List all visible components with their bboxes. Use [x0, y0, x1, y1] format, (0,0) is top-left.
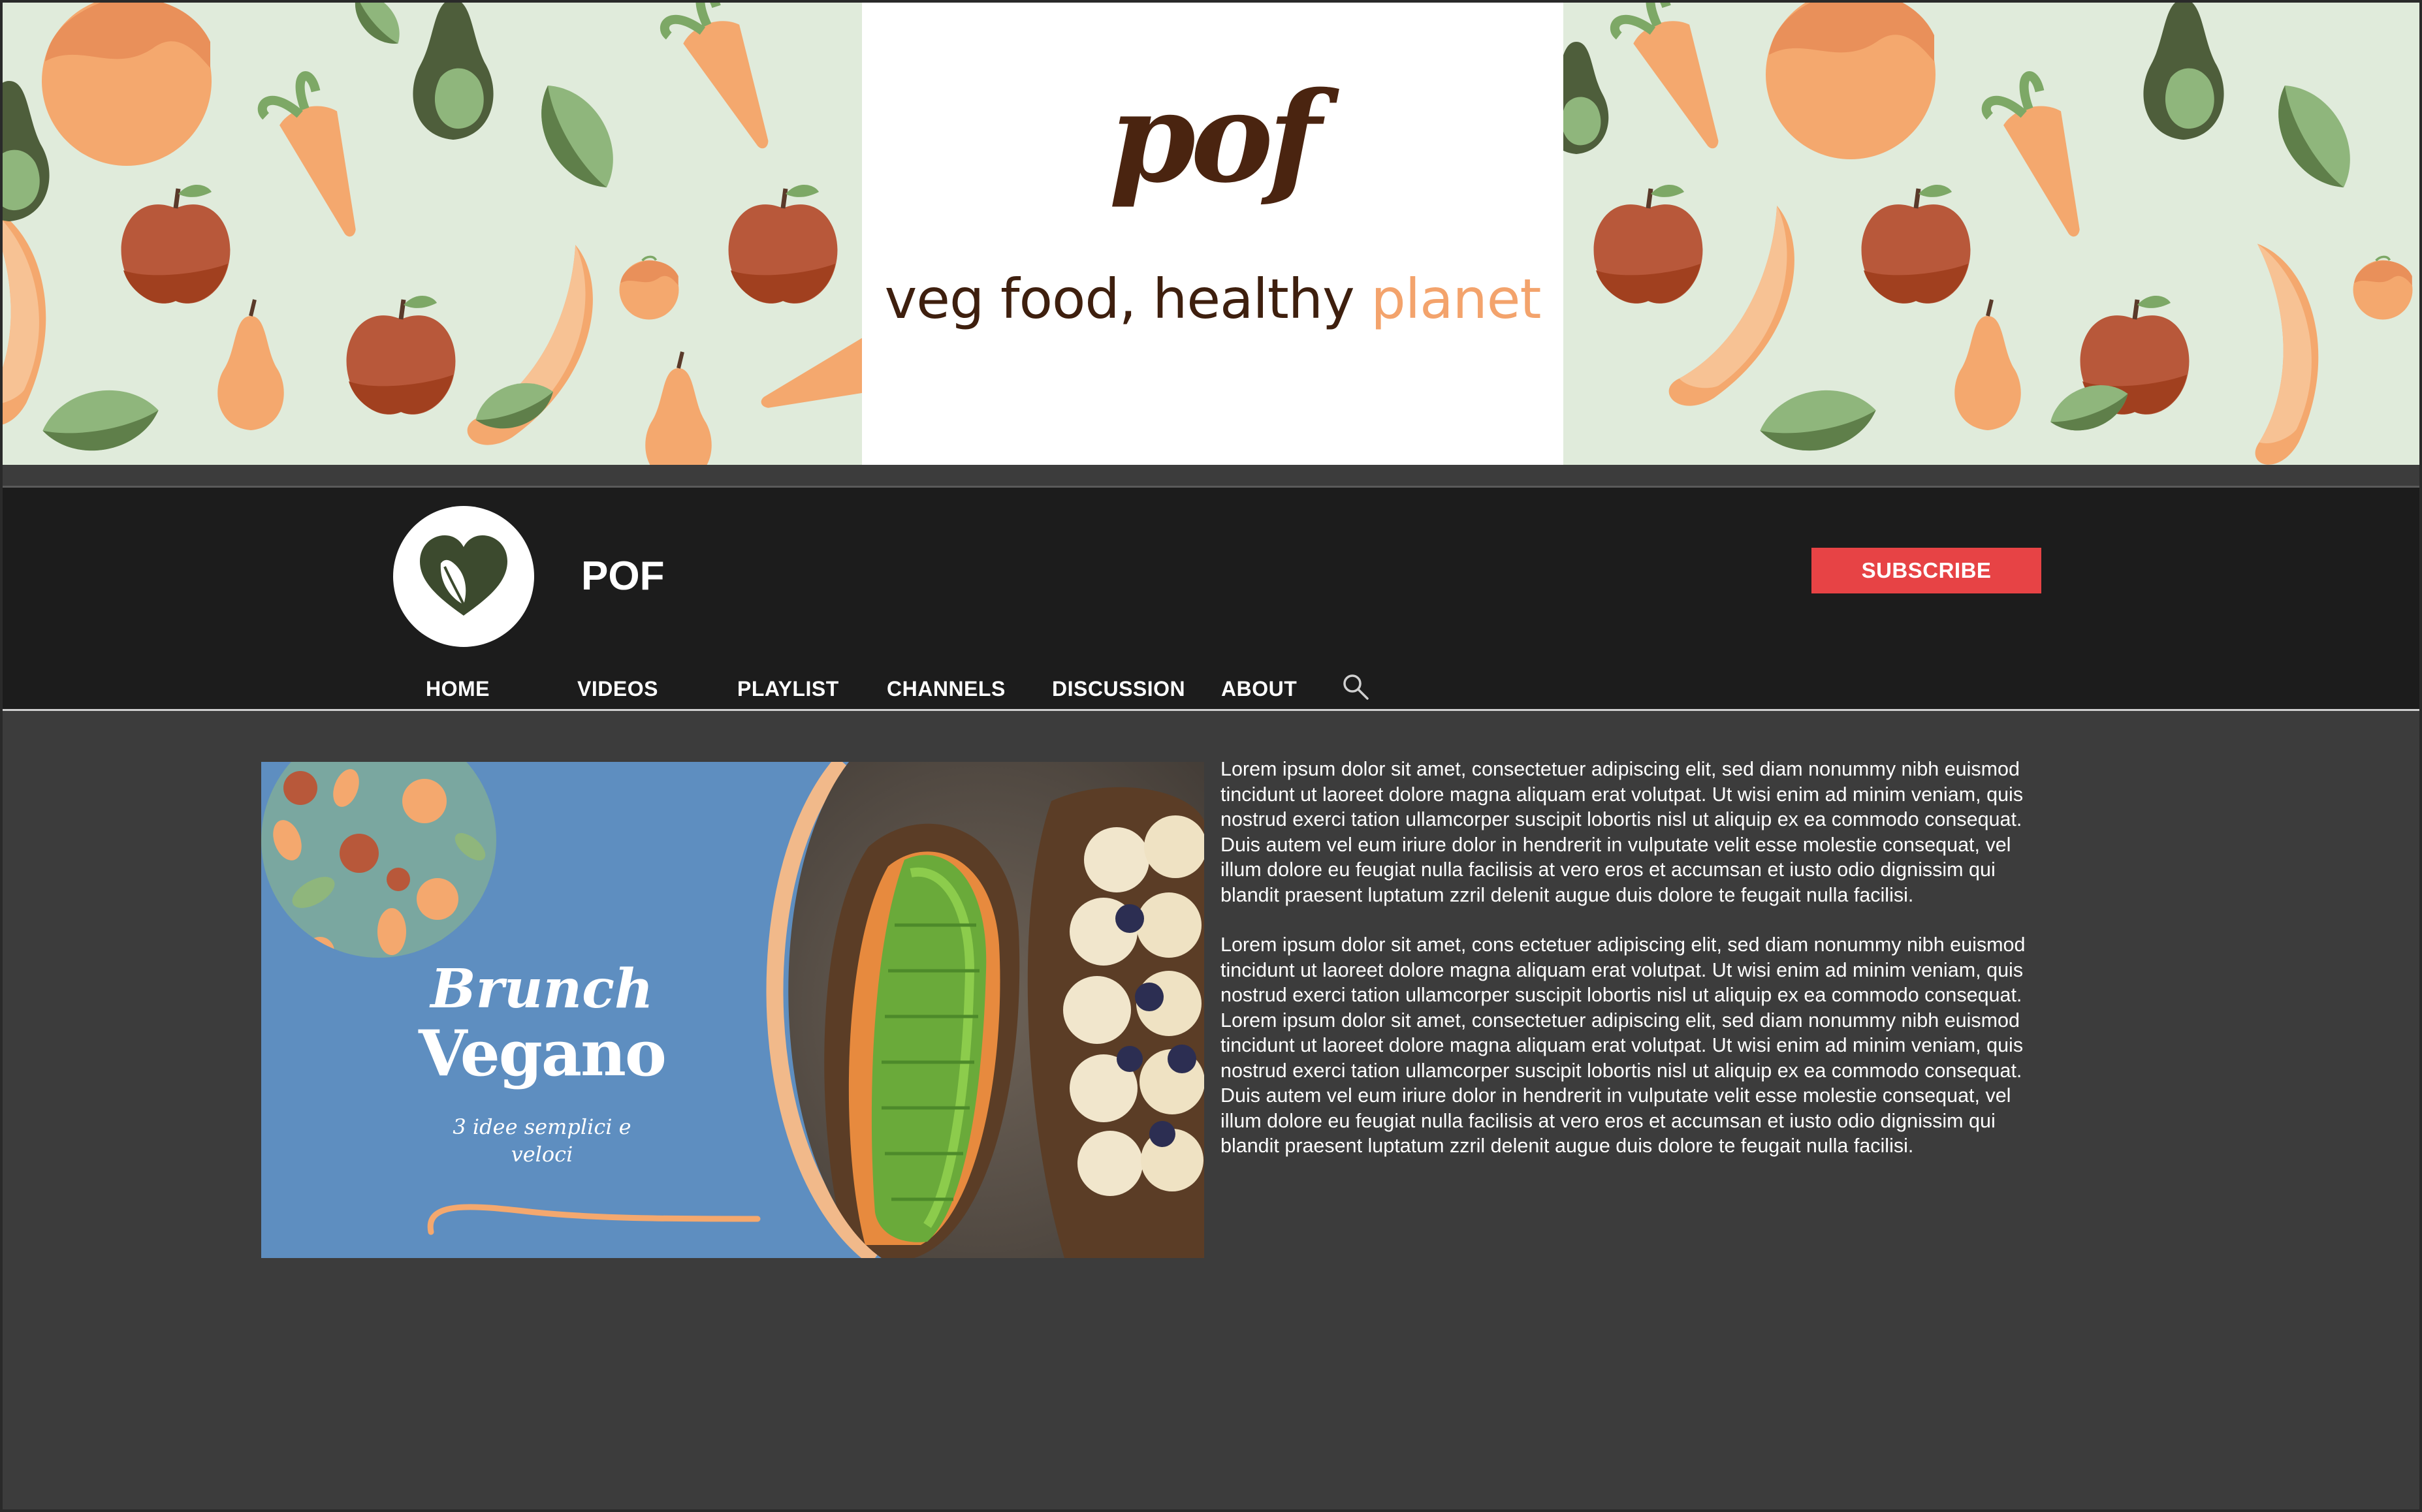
- tab-playlist[interactable]: PLAYLIST: [737, 677, 839, 701]
- tab-channels[interactable]: CHANNELS: [887, 677, 1006, 701]
- tab-videos[interactable]: VIDEOS: [577, 677, 658, 701]
- heart-leaf-icon: [420, 535, 507, 616]
- banner-logo-area: pof veg food, healthy planet: [862, 3, 1563, 465]
- tab-discussion[interactable]: DISCUSSION: [1052, 677, 1185, 701]
- pof-logo: pof: [1109, 65, 1321, 210]
- description-paragraph-2: Lorem ipsum dolor sit amet, cons ectetue…: [1220, 934, 2026, 1157]
- thumbnail-title-line1: Brunch: [430, 958, 654, 1020]
- thumbnail-subtitle-line2: veloci: [511, 1142, 573, 1167]
- channel-banner: pof veg food, healthy planet: [3, 3, 2419, 465]
- tagline-accent: planet: [1371, 267, 1541, 331]
- thumbnail-artwork: [261, 762, 1204, 1258]
- thumbnail-title-line2: Vegano: [419, 1016, 667, 1090]
- channel-avatar[interactable]: [393, 506, 534, 647]
- thumbnail-subtitle-line1: 3 idee semplici e: [453, 1114, 631, 1139]
- channel-header: POF SUBSCRIBE HOME VIDEOS PLAYLIST CHANN…: [3, 486, 2419, 711]
- video-description: Lorem ipsum dolor sit amet, consectetuer…: [1220, 757, 2030, 1184]
- channel-name: POF: [581, 554, 665, 599]
- channel-content: Brunch Vegano 3 idee semplici e veloci L…: [3, 711, 2419, 1509]
- subscribe-button[interactable]: SUBSCRIBE: [1811, 548, 2041, 593]
- tab-about[interactable]: ABOUT: [1221, 677, 1297, 701]
- search-icon[interactable]: [1341, 672, 1370, 701]
- tab-home[interactable]: HOME: [426, 677, 490, 701]
- featured-video-thumbnail[interactable]: Brunch Vegano 3 idee semplici e veloci: [261, 762, 1204, 1258]
- banner-tagline: veg food, healthy planet: [884, 267, 1542, 331]
- fruit-pattern-right: [1563, 3, 2414, 465]
- description-paragraph-1: Lorem ipsum dolor sit amet, consectetuer…: [1220, 758, 2024, 906]
- channel-page: pof veg food, healthy planet POF SUBSCRI…: [0, 0, 2422, 1512]
- fruit-pattern-left: [3, 3, 862, 465]
